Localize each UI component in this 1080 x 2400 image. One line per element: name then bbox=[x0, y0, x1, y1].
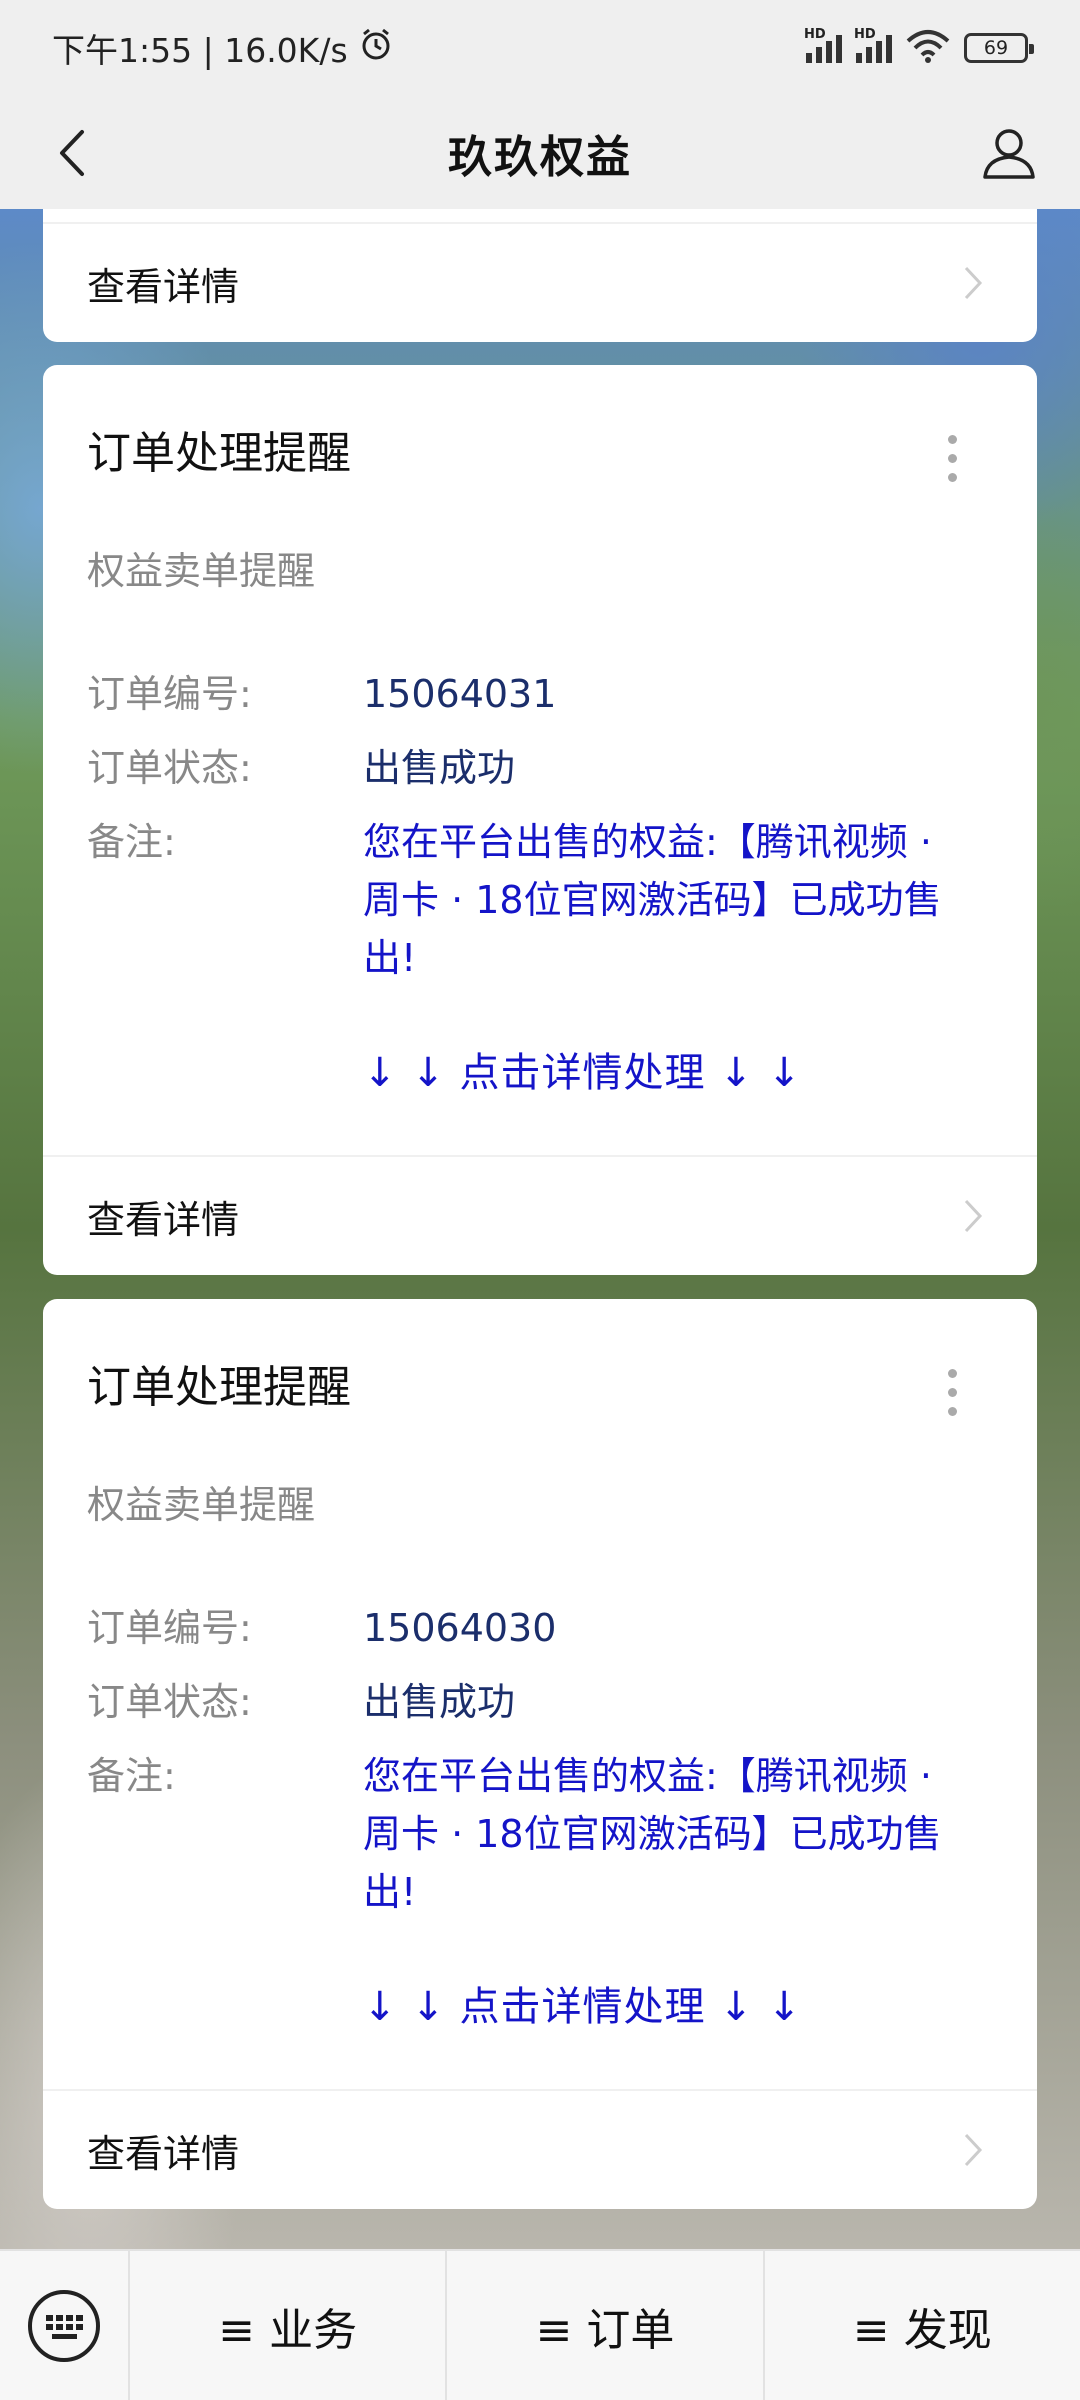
alarm-icon bbox=[358, 26, 394, 70]
process-details-prompt: ↓ ↓ 点击详情处理 ↓ ↓ bbox=[363, 1050, 802, 1096]
note-label: 备注: bbox=[87, 1754, 176, 1798]
card-title: 订单处理提醒 bbox=[87, 428, 351, 479]
order-status-value: 出售成功 bbox=[363, 1680, 516, 1724]
status-bar: 下午1:55 | 16.0K/s HD HD 69 bbox=[0, 0, 1080, 96]
view-details-row[interactable]: 查看详情 bbox=[43, 222, 1037, 342]
status-time-speed: 下午1:55 | 16.0K/s bbox=[52, 31, 348, 70]
view-details-label: 查看详情 bbox=[87, 1197, 240, 1242]
chevron-right-icon bbox=[953, 2130, 993, 2170]
card-subtitle: 权益卖单提醒 bbox=[87, 549, 316, 593]
chevron-left-icon bbox=[60, 130, 84, 176]
more-options-icon[interactable] bbox=[948, 435, 957, 482]
user-icon bbox=[983, 129, 1035, 179]
user-button[interactable] bbox=[974, 118, 1044, 188]
cellular-signal-icon: HD bbox=[804, 27, 842, 63]
status-right: HD HD 69 bbox=[804, 27, 1034, 68]
network-type-label-2: HD bbox=[854, 27, 876, 42]
menu-business[interactable]: ≡ 业务 bbox=[130, 2251, 448, 2400]
note-value: 您在平台出售的权益:【腾讯视频 · 周卡 · 18位官网激活码】已成功售出! bbox=[363, 1754, 942, 1914]
note-label: 备注: bbox=[87, 820, 176, 864]
order-status-label: 订单状态: bbox=[87, 1680, 252, 1724]
order-status-value: 出售成功 bbox=[363, 746, 516, 790]
network-type-label: HD bbox=[804, 27, 826, 42]
message-card-partial: 查看详情 bbox=[43, 209, 1037, 342]
card-title: 订单处理提醒 bbox=[87, 1362, 351, 1413]
wifi-icon bbox=[906, 29, 950, 68]
keyboard-toggle-button[interactable] bbox=[0, 2251, 130, 2400]
process-details-prompt: ↓ ↓ 点击详情处理 ↓ ↓ bbox=[363, 1984, 802, 2030]
order-status-field: 订单状态: 出售成功 bbox=[87, 1673, 963, 1731]
chevron-right-icon bbox=[953, 263, 993, 303]
view-details-row[interactable]: 查看详情 bbox=[43, 2089, 1037, 2209]
cellular-signal-icon-2: HD bbox=[854, 27, 892, 63]
order-number-field: 订单编号: 15064030 bbox=[87, 1599, 963, 1657]
menu-discover[interactable]: ≡ 发现 bbox=[765, 2251, 1080, 2400]
message-card: 订单处理提醒 权益卖单提醒 订单编号: 15064031 订单状态: 出售成功 … bbox=[43, 365, 1037, 1275]
card-subtitle: 权益卖单提醒 bbox=[87, 1483, 316, 1527]
status-left: 下午1:55 | 16.0K/s bbox=[52, 24, 394, 72]
order-status-label: 订单状态: bbox=[87, 746, 252, 790]
order-number-value: 15064031 bbox=[363, 672, 557, 716]
bottom-menu-bar: ≡ 业务 ≡ 订单 ≡ 发现 bbox=[0, 2249, 1080, 2400]
order-number-label: 订单编号: bbox=[87, 672, 252, 716]
order-number-label: 订单编号: bbox=[87, 1606, 252, 1650]
keyboard-icon bbox=[28, 2289, 100, 2362]
more-options-icon[interactable] bbox=[948, 1369, 957, 1416]
menu-orders[interactable]: ≡ 订单 bbox=[447, 2251, 765, 2400]
chevron-right-icon bbox=[953, 1196, 993, 1236]
message-card: 订单处理提醒 权益卖单提醒 订单编号: 15064030 订单状态: 出售成功 … bbox=[43, 1299, 1037, 2209]
battery-level: 69 bbox=[983, 37, 1009, 59]
order-number-field: 订单编号: 15064031 bbox=[87, 665, 963, 723]
note-field: 备注: 您在平台出售的权益:【腾讯视频 · 周卡 · 18位官网激活码】已成功售… bbox=[87, 813, 963, 987]
note-value: 您在平台出售的权益:【腾讯视频 · 周卡 · 18位官网激活码】已成功售出! bbox=[363, 820, 942, 980]
page-title: 玖玖权益 bbox=[448, 131, 632, 183]
view-details-label: 查看详情 bbox=[87, 2131, 240, 2176]
order-number-value: 15064030 bbox=[363, 1606, 557, 1650]
view-details-row[interactable]: 查看详情 bbox=[43, 1155, 1037, 1275]
view-details-label: 查看详情 bbox=[87, 264, 240, 309]
battery-icon: 69 bbox=[964, 33, 1034, 63]
nav-bar: 玖玖权益 bbox=[0, 96, 1080, 209]
back-button[interactable] bbox=[36, 118, 106, 188]
note-field: 备注: 您在平台出售的权益:【腾讯视频 · 周卡 · 18位官网激活码】已成功售… bbox=[87, 1747, 963, 1921]
order-status-field: 订单状态: 出售成功 bbox=[87, 739, 963, 797]
